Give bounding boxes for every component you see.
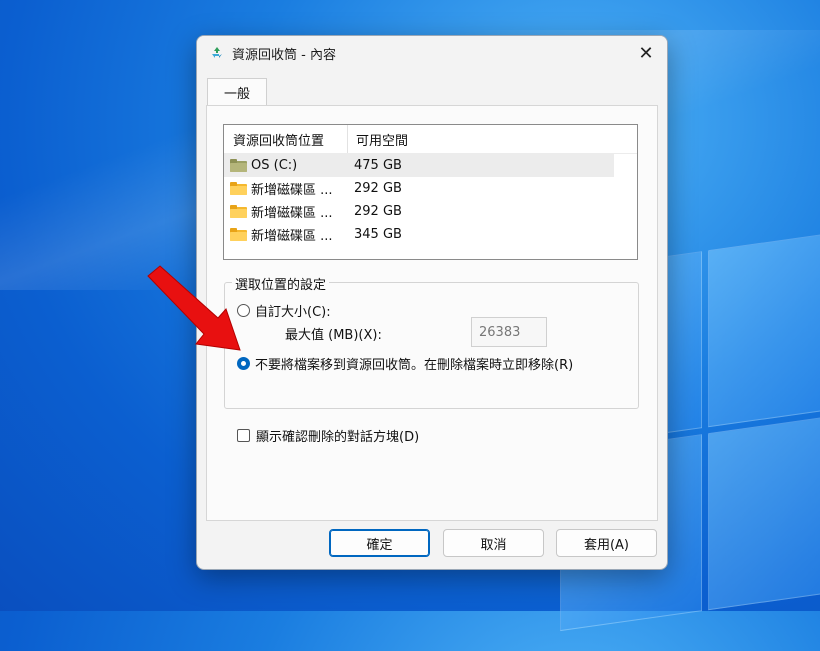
title-bar[interactable]: 資源回收筒 - 內容 ✕ — [197, 36, 667, 70]
close-button[interactable]: ✕ — [625, 36, 667, 70]
dont-move-label: 不要將檔案移到資源回收筒。在刪除檔案時立即移除(R) — [255, 358, 574, 373]
dont-move-option[interactable]: 不要將檔案移到資源回收筒。在刪除檔案時立即移除(R) — [237, 354, 573, 373]
location-name: 新增磁碟區 ... — [251, 229, 333, 244]
location-name: OS (C:) — [251, 158, 298, 173]
available-space: 475 GB — [354, 158, 402, 173]
list-header: 資源回收筒位置 可用空間 — [224, 125, 637, 154]
drive-icon — [230, 159, 247, 172]
confirm-delete-checkbox[interactable] — [237, 429, 250, 442]
column-header-location[interactable]: 資源回收筒位置 — [224, 125, 348, 153]
recycle-bin-location-list[interactable]: 資源回收筒位置 可用空間 OS (C:) 475 GB 新增磁碟區 ... 29… — [223, 124, 638, 260]
tab-general[interactable]: 一般 — [207, 78, 267, 105]
available-space: 345 GB — [354, 227, 402, 242]
max-size-input[interactable]: 26383 — [471, 317, 547, 347]
tab-strip: 一般 — [197, 70, 667, 105]
available-space: 292 GB — [354, 204, 402, 219]
folder-icon — [230, 182, 247, 195]
location-name: 新增磁碟區 ... — [251, 206, 333, 221]
close-icon: ✕ — [638, 42, 654, 64]
annotation-arrow-icon — [147, 265, 241, 351]
location-name: 新增磁碟區 ... — [251, 183, 333, 198]
list-item[interactable]: OS (C:) 475 GB — [224, 154, 614, 177]
list-item[interactable]: 新增磁碟區 ... 345 GB — [224, 223, 614, 246]
max-size-label: 最大值 (MB)(X): — [285, 328, 382, 343]
cancel-button[interactable]: 取消 — [443, 529, 544, 557]
apply-button[interactable]: 套用(A) — [556, 529, 657, 557]
list-item[interactable]: 新增磁碟區 ... 292 GB — [224, 200, 614, 223]
column-header-space[interactable]: 可用空間 — [348, 125, 408, 153]
folder-icon — [230, 205, 247, 218]
dont-move-radio[interactable] — [237, 357, 250, 370]
confirm-delete-option[interactable]: 顯示確認刪除的對話方塊(D) — [237, 426, 419, 445]
ok-button[interactable]: 確定 — [329, 529, 430, 557]
recycle-bin-icon — [209, 45, 225, 61]
confirm-delete-label: 顯示確認刪除的對話方塊(D) — [256, 430, 420, 445]
dialog-title: 資源回收筒 - 內容 — [232, 47, 336, 63]
list-item[interactable]: 新增磁碟區 ... 292 GB — [224, 177, 614, 200]
folder-icon — [230, 228, 247, 241]
available-space: 292 GB — [354, 181, 402, 196]
